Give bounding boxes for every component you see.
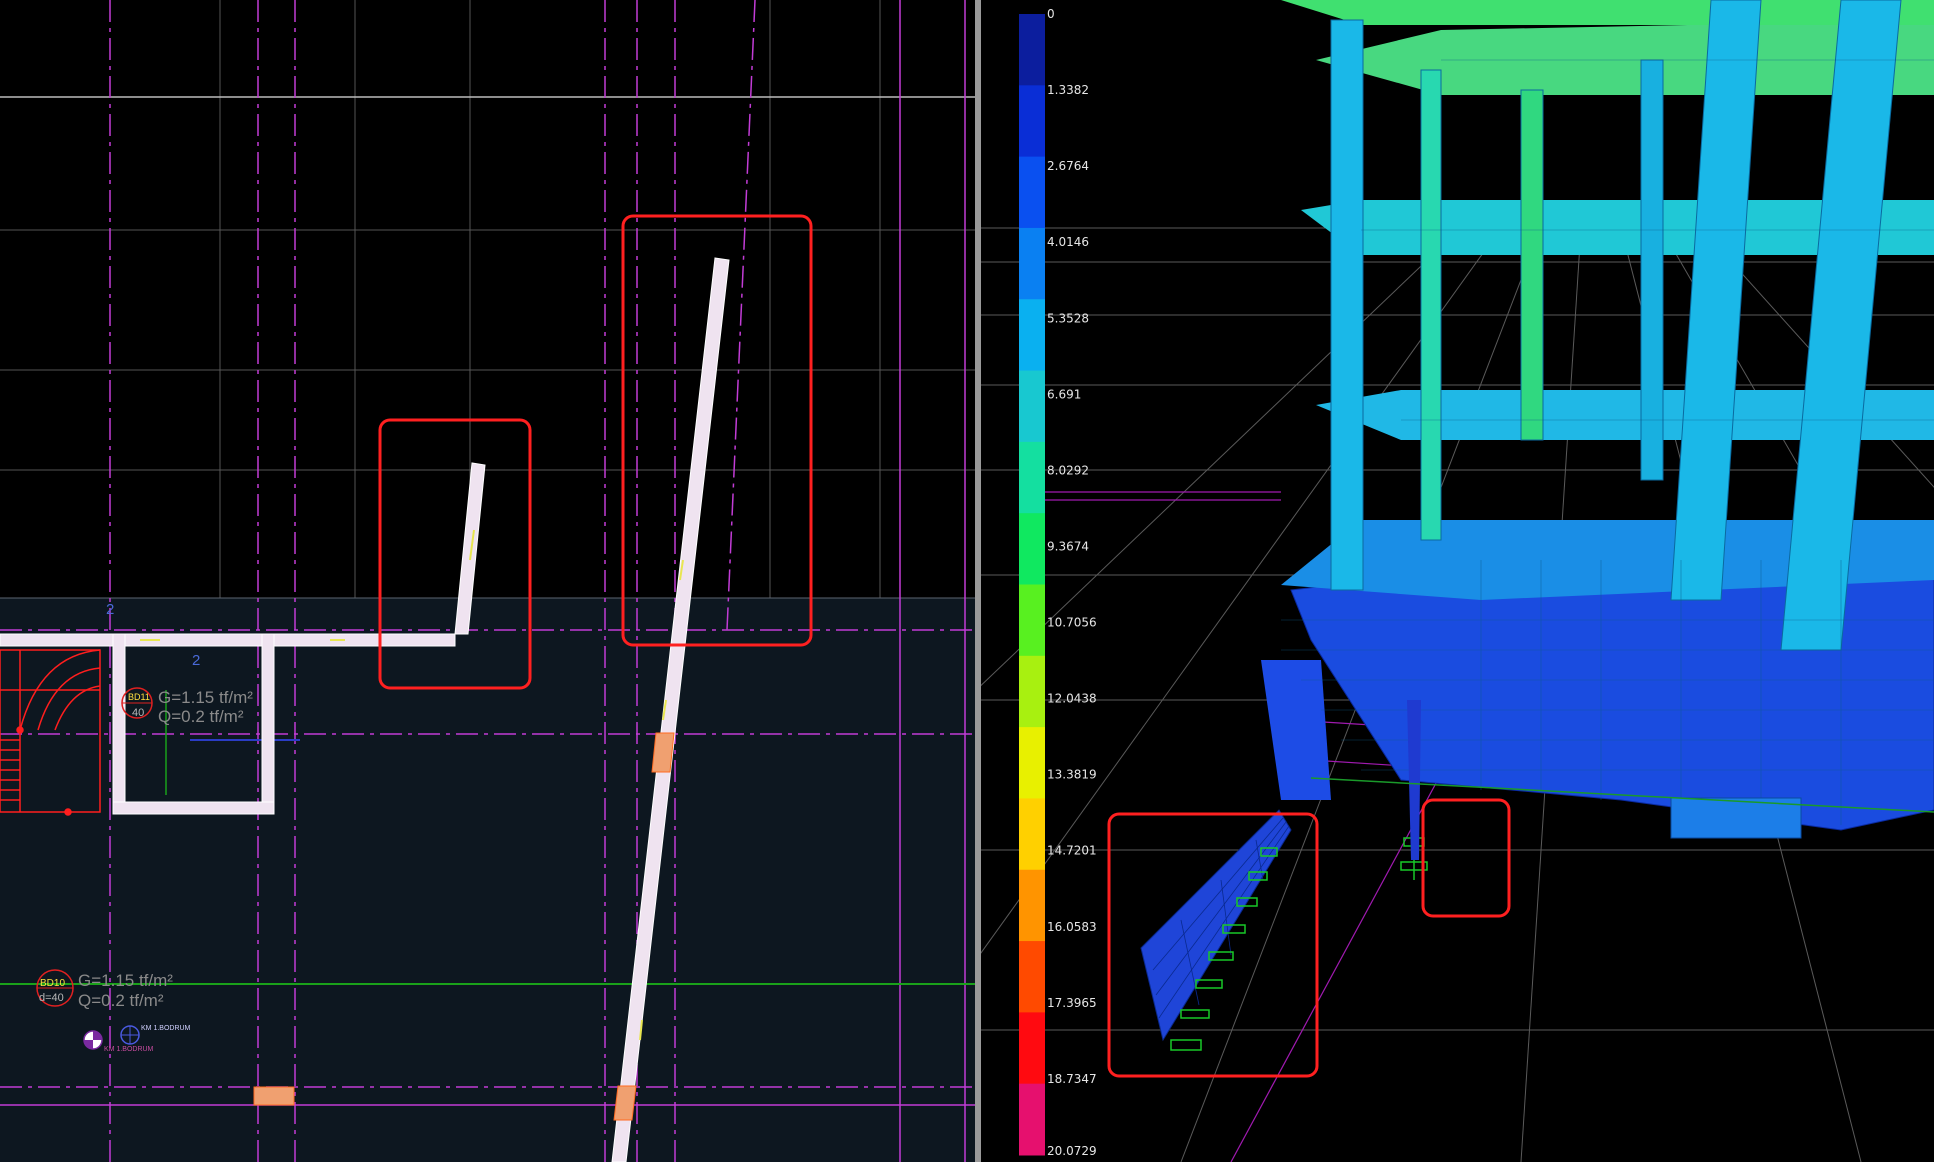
axis-label: 2 [106,601,114,618]
legend-band [1019,869,1045,942]
slab-thickness: 40 [132,707,144,719]
legend-value: 8.0292 [1047,463,1089,477]
highlight-box-column-support [1421,798,1511,918]
slab-id: BD10 [40,978,65,989]
legend-value: 12.0438 [1047,692,1097,706]
legend-value: 10.7056 [1047,616,1097,630]
legend-value: 9.3674 [1047,539,1089,553]
legend-band [1019,370,1045,443]
legend-band [1019,156,1045,229]
slab-id: BD11 [128,692,150,702]
legend-value: 18.7347 [1047,1072,1097,1086]
slab-thickness: d=40 [39,992,64,1004]
legend-band [1019,85,1045,158]
roof-slab[interactable] [1281,0,1934,25]
legend-band [1019,14,1045,86]
legend-value: 5.3528 [1047,311,1089,325]
legend-value: 17.3965 [1047,996,1097,1010]
axis-label: 2 [192,652,200,669]
legend-value: 2.6764 [1047,159,1089,173]
legend-value: 4.0146 [1047,235,1089,249]
legend-value: 13.3819 [1047,768,1097,782]
cad-plan-canvas[interactable]: 2 2 BD11 40 G=1.15 tf/m² Q=0.2 tf/m² BD1… [0,0,975,1162]
legend-band [1019,941,1045,1013]
legend-value: 16.0583 [1047,920,1097,934]
analysis-3d-viewport[interactable]: 0 1.3382 2.6764 4.0146 5.3528 6.691 8.0292 9.36… [981,0,1934,1162]
marker-b-label: KM 1.BODRUM [141,1025,191,1032]
slab-live-load: Q=0.2 tf/m² [158,707,244,726]
legend-band [1019,655,1045,728]
legend-value: 6.691 [1047,387,1081,401]
retaining-wall-mesh[interactable] [1140,809,1292,1042]
slab-live-load: Q=0.2 tf/m² [78,991,164,1010]
slab-dead-load: G=1.15 tf/m² [158,688,253,707]
legend-value: 14.7201 [1047,844,1097,858]
legend-band [1019,441,1045,514]
legend-color-bar [1019,14,1045,1156]
slab-region [0,598,975,1162]
slab-dead-load: G=1.15 tf/m² [78,971,173,990]
analysis-3d-canvas[interactable]: 0 1.3382 2.6764 4.0146 5.3528 6.691 8.0292 9.36… [981,0,1934,1162]
legend-band [1019,1012,1045,1085]
color-legend[interactable]: 0 1.3382 2.6764 4.0146 5.3528 6.691 8.0292 9.36… [1019,7,1097,1158]
legend-value: 0 [1047,7,1055,21]
legend-band [1019,798,1045,871]
isolated-column [1407,700,1421,860]
legend-band [1019,513,1045,585]
legend-value: 1.3382 [1047,83,1089,97]
legend-band [1019,227,1045,300]
legend-band [1019,299,1045,372]
legend-band [1019,584,1045,657]
legend-band [1019,727,1045,799]
cad-plan-viewport[interactable]: 2 2 BD11 40 G=1.15 tf/m² Q=0.2 tf/m² BD1… [0,0,975,1162]
marker-a-label: KM 1.BODRUM [104,1046,154,1053]
legend-band [1019,1083,1045,1156]
legend-value: 20.0729 [1047,1144,1097,1158]
